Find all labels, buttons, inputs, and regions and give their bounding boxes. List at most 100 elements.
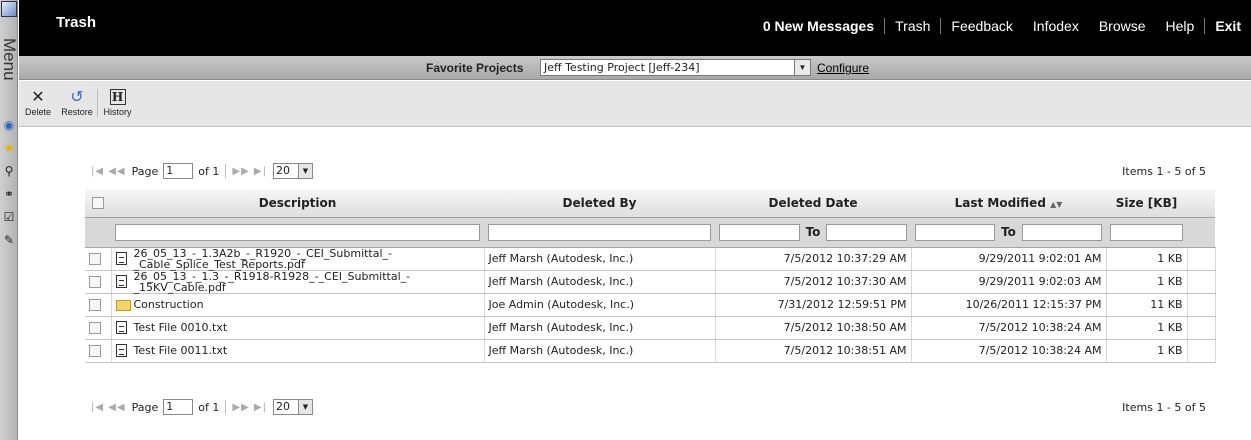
table-row[interactable]: 26_05_13_-_1.3_-_R1918-R1928_-_CEI_Submi…	[85, 270, 1216, 294]
delete-label: Delete	[24, 107, 51, 117]
first-prev-page-icon[interactable]: |◀ ◀◀	[91, 402, 126, 413]
row-description[interactable]: 26_05_13_-_1.3A2b_-_R1920_-_CEI_Submitta…	[111, 246, 485, 271]
nav-browse[interactable]: Browse	[1089, 18, 1156, 34]
description-wrap: 26_05_13_-_1.3A2b_-_R1920_-_CEI_Submitta…	[115, 246, 480, 271]
page-of-label: of 1	[198, 400, 220, 414]
table-row[interactable]: Test File 0010.txt Jeff Marsh (Autodesk,…	[85, 316, 1216, 340]
select-all-header[interactable]	[85, 189, 111, 218]
row-description[interactable]: 26_05_13_-_1.3_-_R1918-R1928_-_CEI_Submi…	[111, 270, 485, 294]
history-button[interactable]: H History	[97, 89, 137, 117]
row-deleted-by: Jeff Marsh (Autodesk, Inc.)	[484, 247, 716, 271]
filter-spacer	[85, 217, 111, 248]
select-all-checkbox[interactable]	[92, 197, 104, 210]
table-row[interactable]: Construction Joe Admin (Autodesk, Inc.) …	[85, 293, 1216, 317]
icon-wrap	[115, 298, 134, 311]
toolbar: ✕ Delete ↺ Restore H History	[19, 81, 1251, 127]
favorite-projects-label: Favorite Projects	[426, 61, 524, 75]
filter-size-input[interactable]	[1110, 223, 1183, 241]
page-size-select[interactable]: 20	[273, 163, 299, 179]
items-count: Items 1 - 5 of 5	[1122, 164, 1206, 178]
tasks-icon[interactable]: ☑	[2, 210, 16, 224]
delete-button[interactable]: ✕ Delete	[19, 89, 57, 117]
row-checkbox-cell	[85, 270, 112, 294]
row-last-modified: 9/29/2011 9:02:01 AM	[911, 247, 1107, 271]
row-checkbox[interactable]	[89, 253, 101, 265]
configure-link[interactable]: Configure	[817, 61, 869, 75]
edit-icon[interactable]: ✎	[2, 233, 16, 247]
trash-grid: Description Deleted By Deleted Date Last…	[85, 189, 1216, 363]
nav-infodex[interactable]: Infodex	[1023, 18, 1089, 34]
restore-button[interactable]: ↺ Restore	[57, 89, 97, 117]
folder-icon	[115, 299, 131, 311]
filter-deleted-date-range: To	[719, 223, 907, 241]
header-last-modified[interactable]: Last Modified ▲▼	[911, 189, 1106, 218]
nav-trash[interactable]: Trash	[885, 18, 940, 34]
header-size[interactable]: Size [KB]	[1106, 189, 1187, 218]
row-spacer	[1187, 247, 1216, 271]
header-description[interactable]: Description	[111, 189, 484, 218]
header-spacer	[1187, 189, 1215, 218]
history-label: History	[103, 107, 132, 117]
header-deleted-by[interactable]: Deleted By	[484, 189, 715, 218]
filter-last-modified-from[interactable]	[915, 223, 996, 241]
page-number-input[interactable]: 1	[163, 399, 194, 415]
filter-deleted-date-from[interactable]	[719, 223, 800, 241]
nav-exit[interactable]: Exit	[1205, 18, 1251, 34]
icon-wrap	[115, 321, 134, 335]
description-text: Construction	[133, 298, 204, 311]
description-wrap: 26_05_13_-_1.3_-_R1918-R1928_-_CEI_Submi…	[115, 271, 480, 293]
filter-description-input[interactable]	[115, 223, 480, 241]
row-last-modified: 7/5/2012 10:38:24 AM	[911, 316, 1107, 340]
row-checkbox[interactable]	[89, 345, 101, 357]
row-description[interactable]: Construction	[111, 293, 485, 317]
row-spacer	[1187, 316, 1216, 340]
row-checkbox[interactable]	[89, 322, 101, 334]
table-row[interactable]: 26_05_13_-_1.3A2b_-_R1920_-_CEI_Submitta…	[85, 246, 1216, 271]
search-icon[interactable]: ⚲	[2, 164, 16, 178]
filter-deleted-date-cell: To	[715, 217, 911, 248]
row-checkbox[interactable]	[89, 299, 101, 311]
row-checkbox-cell	[85, 339, 112, 363]
link-icon[interactable]: ⚭	[2, 187, 16, 201]
app-logo-icon	[1, 1, 17, 17]
icon-wrap	[115, 344, 134, 358]
favorites-star-icon[interactable]: ★	[2, 141, 16, 155]
table-row[interactable]: Test File 0011.txt Jeff Marsh (Autodesk,…	[85, 339, 1216, 363]
page-size-select[interactable]: 20	[273, 399, 299, 415]
row-description[interactable]: Test File 0010.txt	[111, 316, 485, 340]
filter-deleted-date-to[interactable]	[826, 223, 907, 241]
filter-deleted-by-input[interactable]	[488, 223, 711, 241]
top-navigation: 0 New Messages Trash Feedback Infodex Br…	[753, 18, 1251, 34]
row-deleted-date: 7/31/2012 12:59:51 PM	[715, 293, 912, 317]
left-menu-bar[interactable]: Menu ◉ ★ ⚲ ⚭ ☑ ✎	[0, 0, 19, 440]
restore-label: Restore	[61, 107, 93, 117]
nav-new-messages[interactable]: 0 New Messages	[753, 18, 884, 34]
description-wrap: Test File 0011.txt	[115, 344, 480, 358]
row-last-modified: 9/29/2011 9:02:03 AM	[911, 270, 1107, 294]
row-size: 11 KB	[1106, 293, 1188, 317]
nav-feedback[interactable]: Feedback	[941, 18, 1022, 34]
next-last-page-icon[interactable]: ▶▶ ▶|	[232, 166, 267, 177]
menu-label[interactable]: Menu	[0, 38, 19, 81]
home-icon[interactable]: ◉	[2, 118, 16, 132]
first-prev-page-icon[interactable]: |◀ ◀◀	[91, 166, 126, 177]
description-text: 26_05_13_-_1.3A2b_-_R1920_-_CEI_Submitta…	[133, 246, 393, 271]
row-description[interactable]: Test File 0011.txt	[111, 339, 485, 363]
next-last-page-icon[interactable]: ▶▶ ▶|	[232, 402, 267, 413]
filter-last-modified-to-label: To	[1001, 225, 1016, 239]
icon-wrap	[115, 252, 134, 266]
filter-last-modified-to[interactable]	[1021, 223, 1102, 241]
page-number-input[interactable]: 1	[163, 163, 194, 179]
chevron-down-icon[interactable]: ▼	[794, 59, 811, 76]
file-icon	[115, 275, 127, 289]
row-checkbox[interactable]	[89, 276, 101, 288]
header-deleted-date[interactable]: Deleted Date	[715, 189, 911, 218]
chevron-down-icon[interactable]: ▼	[299, 399, 313, 415]
row-deleted-by: Jeff Marsh (Autodesk, Inc.)	[484, 339, 716, 363]
row-deleted-date: 7/5/2012 10:37:30 AM	[715, 270, 912, 294]
row-size: 1 KB	[1106, 247, 1188, 271]
row-checkbox-cell	[85, 247, 112, 271]
favorite-projects-select[interactable]: Jeff Testing Project [Jeff-234]	[540, 59, 795, 76]
nav-help[interactable]: Help	[1156, 18, 1205, 34]
chevron-down-icon[interactable]: ▼	[299, 163, 313, 179]
